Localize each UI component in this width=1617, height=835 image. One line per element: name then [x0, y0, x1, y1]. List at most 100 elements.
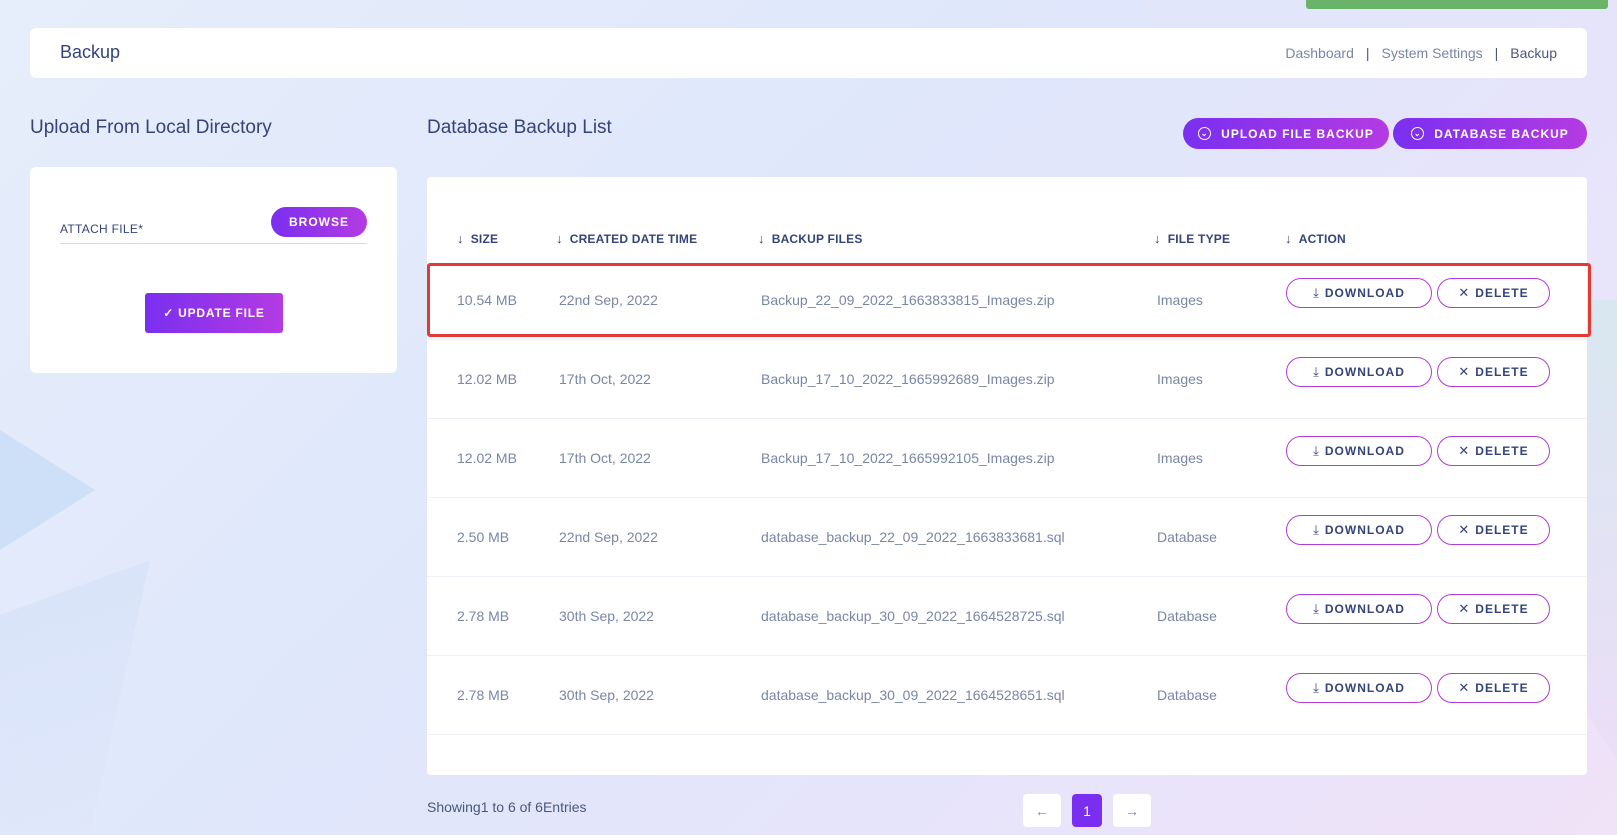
upload-file-backup-button[interactable]: ⌄ UPLOAD FILE BACKUP — [1183, 118, 1389, 149]
chevron-circle-icon: ⌄ — [1198, 127, 1212, 140]
arrow-right-icon: → — [1125, 802, 1139, 819]
cell-created-date: 17th Oct, 2022 — [559, 450, 651, 466]
upload-file-backup-label: UPLOAD FILE BACKUP — [1221, 126, 1374, 141]
cell-backup-file: Backup_17_10_2022_1665992105_Images.zip — [761, 450, 1055, 466]
background-shape — [0, 560, 150, 835]
download-button[interactable]: ⤓ DOWNLOAD — [1286, 673, 1432, 703]
background-shape — [0, 430, 95, 550]
column-header-label: FILE TYPE — [1167, 231, 1231, 246]
cell-size: 12.02 MB — [457, 450, 517, 466]
cell-created-date: 22nd Sep, 2022 — [559, 529, 658, 545]
cell-created-date: 30th Sep, 2022 — [559, 687, 654, 703]
download-icon: ⤓ — [1313, 443, 1320, 458]
breadcrumb: Dashboard | System Settings | Backup — [1285, 45, 1557, 61]
sort-arrow-icon: ↓ — [1154, 231, 1161, 246]
sort-arrow-icon: ↓ — [556, 231, 563, 246]
download-button[interactable]: ⤓ DOWNLOAD — [1286, 436, 1432, 466]
download-icon: ⤓ — [1313, 364, 1320, 379]
close-icon: ✕ — [1458, 364, 1471, 379]
delete-label: DELETE — [1475, 523, 1529, 537]
sort-arrow-icon: ↓ — [758, 231, 765, 246]
delete-label: DELETE — [1475, 444, 1529, 458]
browse-button[interactable]: BROWSE — [271, 207, 367, 237]
download-label: DOWNLOAD — [1324, 681, 1405, 695]
check-icon: ✓ — [163, 306, 175, 320]
column-header-file-type[interactable]: ↓ FILE TYPE — [1154, 231, 1230, 246]
cell-file-type: Database — [1157, 529, 1217, 545]
breadcrumb-separator: | — [1494, 45, 1499, 61]
breadcrumb-backup: Backup — [1510, 45, 1557, 61]
breadcrumb-system-settings[interactable]: System Settings — [1382, 45, 1483, 61]
delete-button[interactable]: ✕ DELETE — [1437, 515, 1550, 545]
download-label: DOWNLOAD — [1324, 602, 1405, 616]
close-icon: ✕ — [1458, 443, 1471, 458]
backup-list-title: Database Backup List — [427, 117, 612, 138]
column-header-label: SIZE — [470, 231, 499, 246]
table-row: 12.02 MB 17th Oct, 2022 Backup_17_10_2022_… — [427, 419, 1587, 498]
arrow-left-icon: ← — [1035, 802, 1049, 819]
entries-info: Showing1 to 6 of 6Entries — [427, 799, 587, 815]
table-row: 2.50 MB 22nd Sep, 2022 database_backup_22_… — [427, 498, 1587, 577]
column-header-action[interactable]: ↓ ACTION — [1285, 231, 1346, 246]
delete-label: DELETE — [1475, 681, 1529, 695]
download-icon: ⤓ — [1313, 601, 1320, 616]
cell-size: 12.02 MB — [457, 371, 517, 387]
sort-arrow-icon: ↓ — [457, 231, 464, 246]
attach-file-field[interactable] — [60, 243, 367, 244]
delete-button[interactable]: ✕ DELETE — [1437, 673, 1550, 703]
next-page-button[interactable]: → — [1113, 794, 1151, 827]
column-header-label: CREATED DATE TIME — [569, 231, 698, 246]
column-header-size[interactable]: ↓ SIZE — [457, 231, 498, 246]
cell-backup-file: database_backup_30_09_2022_1664528651.sq… — [761, 687, 1065, 703]
chevron-circle-icon: ⌄ — [1411, 127, 1425, 140]
cell-file-type: Database — [1157, 608, 1217, 624]
column-header-label: ACTION — [1298, 231, 1346, 246]
download-button[interactable]: ⤓ DOWNLOAD — [1286, 594, 1432, 624]
column-header-backup-files[interactable]: ↓ BACKUP FILES — [758, 231, 863, 246]
table-row: 2.78 MB 30th Sep, 2022 database_backup_30_… — [427, 577, 1587, 656]
cell-size: 2.78 MB — [457, 687, 510, 703]
column-header-label: BACKUP FILES — [771, 231, 863, 246]
download-label: DOWNLOAD — [1324, 365, 1405, 379]
highlighted-row-outline — [427, 263, 1591, 337]
cell-backup-file: database_backup_30_09_2022_1664528725.sq… — [761, 608, 1065, 624]
attach-file-label: ATTACH FILE* — [60, 222, 144, 236]
delete-button[interactable]: ✕ DELETE — [1437, 436, 1550, 466]
column-header-created-date-time[interactable]: ↓ CREATED DATE TIME — [556, 231, 697, 246]
cell-created-date: 17th Oct, 2022 — [559, 371, 651, 387]
cell-file-type: Images — [1157, 371, 1203, 387]
cell-file-type: Images — [1157, 450, 1203, 466]
download-icon: ⤓ — [1313, 522, 1320, 537]
update-file-button[interactable]: ✓ UPDATE FILE — [145, 293, 283, 333]
sort-arrow-icon: ↓ — [1285, 231, 1292, 246]
page-header: Backup Dashboard | System Settings | Bac… — [30, 28, 1587, 78]
page-title: Backup — [60, 42, 121, 62]
previous-page-button[interactable]: ← — [1023, 794, 1061, 827]
close-icon: ✕ — [1458, 601, 1471, 616]
close-icon: ✕ — [1458, 680, 1471, 695]
cell-file-type: Database — [1157, 687, 1217, 703]
update-file-label: UPDATE FILE — [178, 306, 265, 320]
upload-card: ATTACH FILE* BROWSE ✓ UPDATE FILE — [30, 167, 397, 373]
delete-label: DELETE — [1475, 602, 1529, 616]
download-label: DOWNLOAD — [1324, 444, 1405, 458]
notification-bar — [1306, 0, 1608, 9]
close-icon: ✕ — [1458, 522, 1471, 537]
cell-size: 2.50 MB — [457, 529, 510, 545]
breadcrumb-dashboard[interactable]: Dashboard — [1285, 45, 1354, 61]
database-backup-label: DATABASE BACKUP — [1434, 126, 1569, 141]
database-backup-button[interactable]: ⌄ DATABASE BACKUP — [1393, 118, 1587, 149]
download-label: DOWNLOAD — [1324, 523, 1405, 537]
cell-backup-file: database_backup_22_09_2022_1663833681.sq… — [761, 529, 1065, 545]
download-button[interactable]: ⤓ DOWNLOAD — [1286, 357, 1432, 387]
table-row: 2.78 MB 30th Sep, 2022 database_backup_30_… — [427, 656, 1587, 735]
delete-button[interactable]: ✕ DELETE — [1437, 594, 1550, 624]
page-1-button[interactable]: 1 — [1072, 794, 1102, 827]
download-button[interactable]: ⤓ DOWNLOAD — [1286, 515, 1432, 545]
delete-label: DELETE — [1475, 365, 1529, 379]
delete-button[interactable]: ✕ DELETE — [1437, 357, 1550, 387]
breadcrumb-separator: | — [1365, 45, 1370, 61]
cell-backup-file: Backup_17_10_2022_1665992689_Images.zip — [761, 371, 1055, 387]
upload-section-title: Upload From Local Directory — [30, 117, 272, 138]
download-icon: ⤓ — [1313, 680, 1320, 695]
